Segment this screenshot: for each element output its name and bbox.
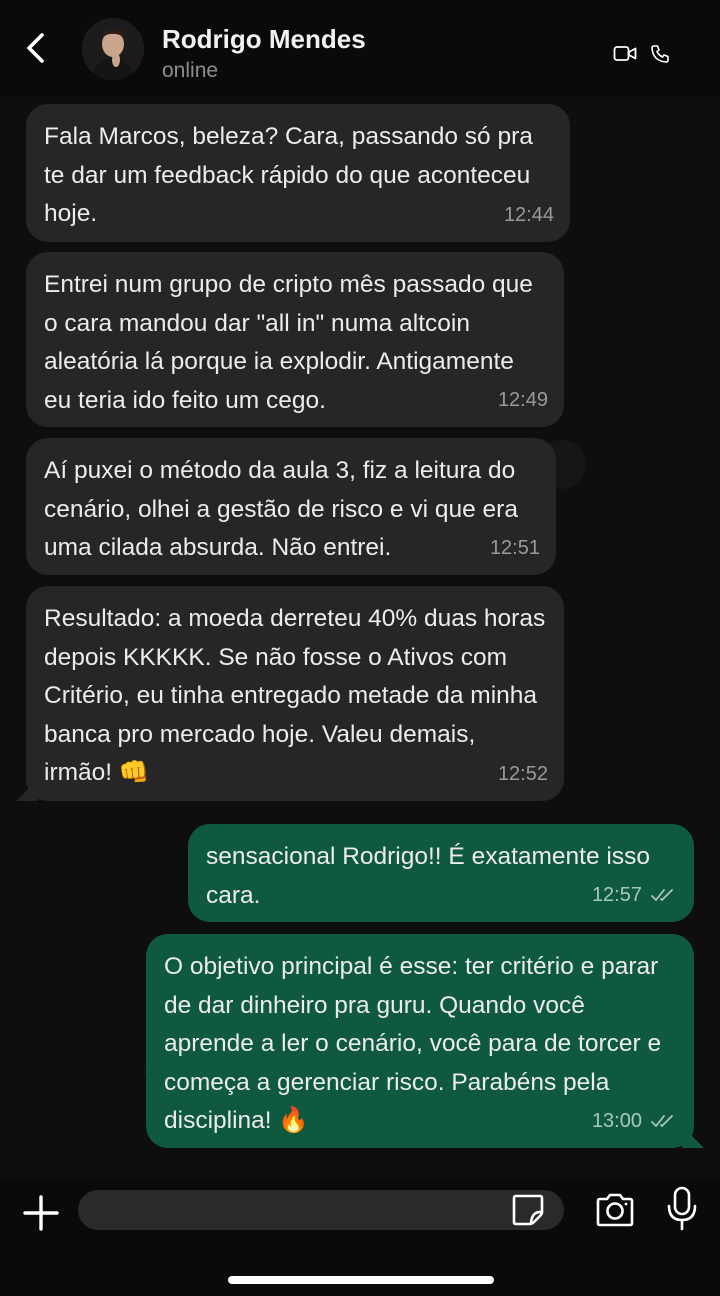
message-meta: 12:44 bbox=[504, 196, 554, 235]
message-bubble-incoming[interactable]: Resultado: a moeda derreteu 40% duas hor… bbox=[26, 586, 564, 801]
back-chevron-icon[interactable] bbox=[20, 30, 56, 66]
message-time: 12:52 bbox=[497, 762, 548, 785]
contact-name[interactable]: Rodrigo Mendes bbox=[162, 24, 366, 55]
message-text: Aí puxei o método da aula 3, fiz a leitu… bbox=[44, 457, 518, 561]
message-time: 12:49 bbox=[497, 388, 548, 411]
message-input[interactable] bbox=[78, 1190, 564, 1230]
message-bubble-incoming[interactable]: Aí puxei o método da aula 3, fiz a leitu… bbox=[26, 438, 556, 575]
sticker-icon[interactable] bbox=[510, 1192, 546, 1228]
message-time: 12:57 bbox=[591, 883, 642, 906]
message-bubble-incoming[interactable]: Entrei num grupo de cripto mês passado q… bbox=[26, 252, 564, 427]
message-time: 12:44 bbox=[503, 203, 554, 226]
message-meta: 13:00 bbox=[592, 1102, 678, 1141]
message-bubble-incoming[interactable]: Fala Marcos, beleza? Cara, passando só p… bbox=[26, 104, 570, 242]
double-check-read-icon bbox=[651, 888, 673, 901]
plus-icon[interactable] bbox=[22, 1194, 60, 1232]
message-meta: 12:57 bbox=[592, 876, 678, 915]
camera-icon[interactable] bbox=[594, 1192, 636, 1228]
message-time: 12:51 bbox=[489, 536, 540, 559]
avatar[interactable] bbox=[82, 18, 144, 80]
phone-call-icon[interactable] bbox=[650, 44, 670, 64]
video-call-icon[interactable] bbox=[613, 44, 637, 64]
message-meta: 12:49 bbox=[498, 381, 548, 420]
home-indicator bbox=[228, 1276, 494, 1284]
message-text: Resultado: a moeda derreteu 40% duas hor… bbox=[44, 605, 546, 786]
message-meta: 12:52 bbox=[498, 755, 548, 794]
composer-bar bbox=[0, 1180, 720, 1296]
message-text: Fala Marcos, beleza? Cara, passando só p… bbox=[44, 123, 533, 227]
message-bubble-outgoing[interactable]: O objetivo principal é esse: ter critéri… bbox=[146, 934, 694, 1148]
double-check-read-icon bbox=[651, 1114, 673, 1127]
message-bubble-outgoing[interactable]: sensacional Rodrigo!! É exatamente isso … bbox=[188, 824, 694, 922]
contact-status: online bbox=[162, 59, 219, 82]
message-meta: 12:51 bbox=[490, 529, 540, 568]
microphone-icon[interactable] bbox=[666, 1186, 698, 1232]
chat-header: Rodrigo Mendes online bbox=[0, 0, 720, 96]
message-time: 13:00 bbox=[591, 1109, 642, 1132]
message-text: Entrei num grupo de cripto mês passado q… bbox=[44, 271, 533, 414]
